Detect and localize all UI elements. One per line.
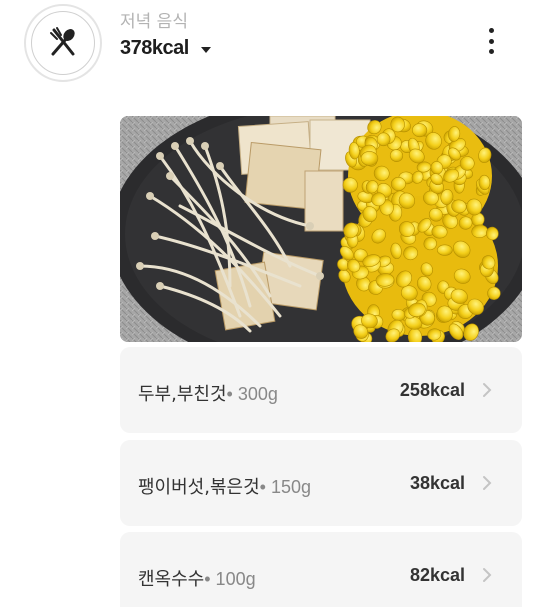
- corn-kernel: [376, 132, 391, 147]
- caret-down-icon: [200, 47, 211, 53]
- total-kcal-dropdown[interactable]: 378kcal: [120, 37, 211, 60]
- food-photo[interactable]: [120, 116, 522, 342]
- food-kcal: 258kcal: [399, 380, 465, 400]
- meal-icon: [24, 4, 102, 82]
- food-photo-image: [120, 116, 522, 342]
- fork-spoon-icon: [50, 27, 75, 56]
- corn-kernel: [390, 176, 406, 192]
- food-amount: • 300g: [226, 384, 278, 404]
- dot-icon: [488, 38, 494, 44]
- food-amount: • 150g: [259, 477, 312, 497]
- meal-header: 저녁 음식 378kcal: [0, 0, 540, 90]
- chevron-right-icon: [483, 476, 492, 490]
- more-options-button[interactable]: [480, 26, 502, 56]
- food-kcal: 82kcal: [409, 565, 465, 585]
- dot-icon: [488, 28, 494, 33]
- corn-kernel: [360, 151, 379, 166]
- corn-kernel: [436, 244, 453, 256]
- food-name: 캔옥수수: [138, 569, 205, 590]
- food-item[interactable]: 캔옥수수• 100g 82kcal: [120, 532, 522, 607]
- food-kcal: 38kcal: [409, 473, 465, 493]
- meal-title: 저녁 음식: [120, 12, 188, 32]
- food-item[interactable]: 두부,부친것• 300g 258kcal: [120, 347, 522, 433]
- chevron-right-icon: [483, 383, 492, 397]
- total-kcal: 378kcal: [120, 37, 189, 59]
- food-item[interactable]: 팽이버섯,볶은것• 150g 38kcal: [120, 440, 522, 526]
- chevron-right-icon: [483, 568, 492, 582]
- food-amount: • 100g: [204, 569, 256, 589]
- food-name: 팽이버섯,볶은것: [138, 477, 260, 498]
- food-name: 두부,부친것: [138, 384, 227, 405]
- dot-icon: [488, 49, 494, 54]
